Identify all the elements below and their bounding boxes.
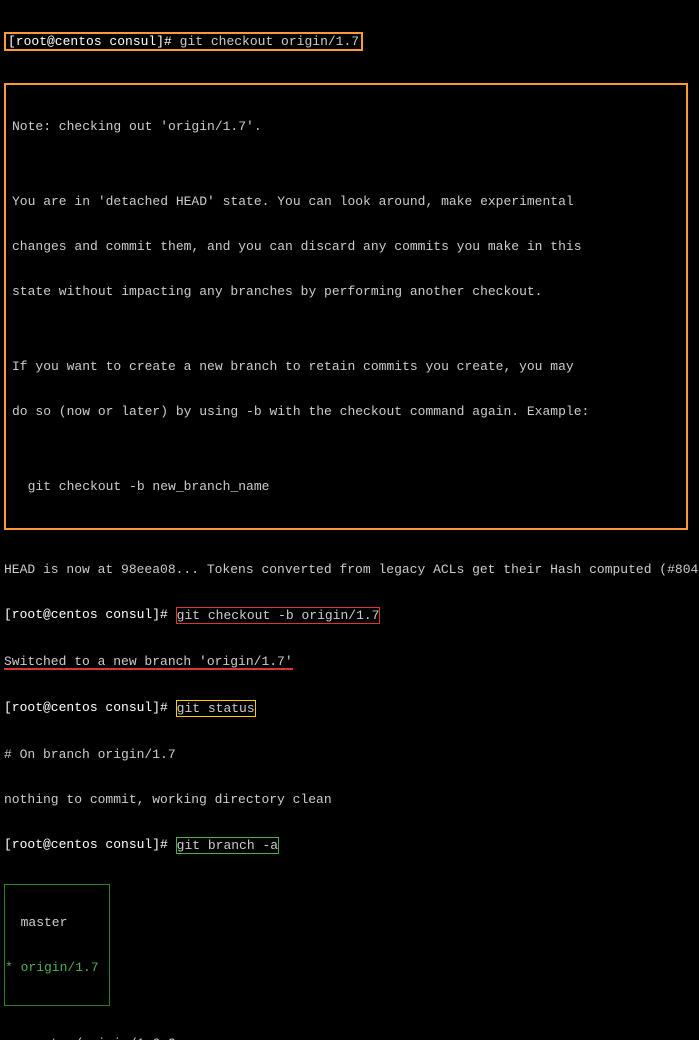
note4: changes and commit them, and you can dis… [12,239,680,254]
cmd1-line: [root@centos consul]# git checkout origi… [4,32,695,51]
note5: state without impacting any branches by … [12,284,680,299]
note7: If you want to create a new branch to re… [12,359,680,374]
yellow-box-cmd3: git status [176,700,256,717]
head-line: HEAD is now at 98eea08... Tokens convert… [4,562,695,577]
switched-line: Switched to a new branch 'origin/1.7' [4,654,695,670]
cmd3-line: [root@centos consul]# git status [4,700,695,717]
cmd1: git checkout origin/1.7 [180,34,359,49]
cmd4: git branch -a [177,838,278,853]
prompt4: [root@centos consul]# [4,837,176,852]
prompt3: [root@centos consul]# [4,700,176,715]
note10: git checkout -b new_branch_name [12,479,680,494]
note1: Note: checking out 'origin/1.7'. [12,119,680,134]
darkgreen-box-branches: master * origin/1.7 [4,884,110,1006]
status2: nothing to commit, working directory cle… [4,792,695,807]
note8: do so (now or later) by using -b with th… [12,404,680,419]
cmd2: git checkout -b origin/1.7 [177,608,380,623]
detached-head-notice: Note: checking out 'origin/1.7'. You are… [4,83,688,530]
prompt1: [root@centos consul]# [8,34,180,49]
prompt2: [root@centos consul]# [4,607,176,622]
terminal[interactable]: [root@centos consul]# git checkout origi… [0,0,699,1040]
cmd2-line: [root@centos consul]# git checkout -b or… [4,607,695,624]
branch-current: * origin/1.7 [5,960,109,975]
red-box-cmd2: git checkout -b origin/1.7 [176,607,381,624]
switched-underline: Switched to a new branch 'origin/1.7' [4,656,293,670]
switched-text: Switched to a new branch 'origin/1.7' [4,654,293,669]
cmd4-line: [root@centos consul]# git branch -a [4,837,695,854]
cmd3: git status [177,701,255,716]
green-box-cmd4: git branch -a [176,837,279,854]
remote0: remotes/origin/1.6.2 [4,1036,695,1040]
status1: # On branch origin/1.7 [4,747,695,762]
branch-master: master [5,915,109,930]
note3: You are in 'detached HEAD' state. You ca… [12,194,680,209]
orange-box-top: [root@centos consul]# git checkout origi… [4,32,363,51]
